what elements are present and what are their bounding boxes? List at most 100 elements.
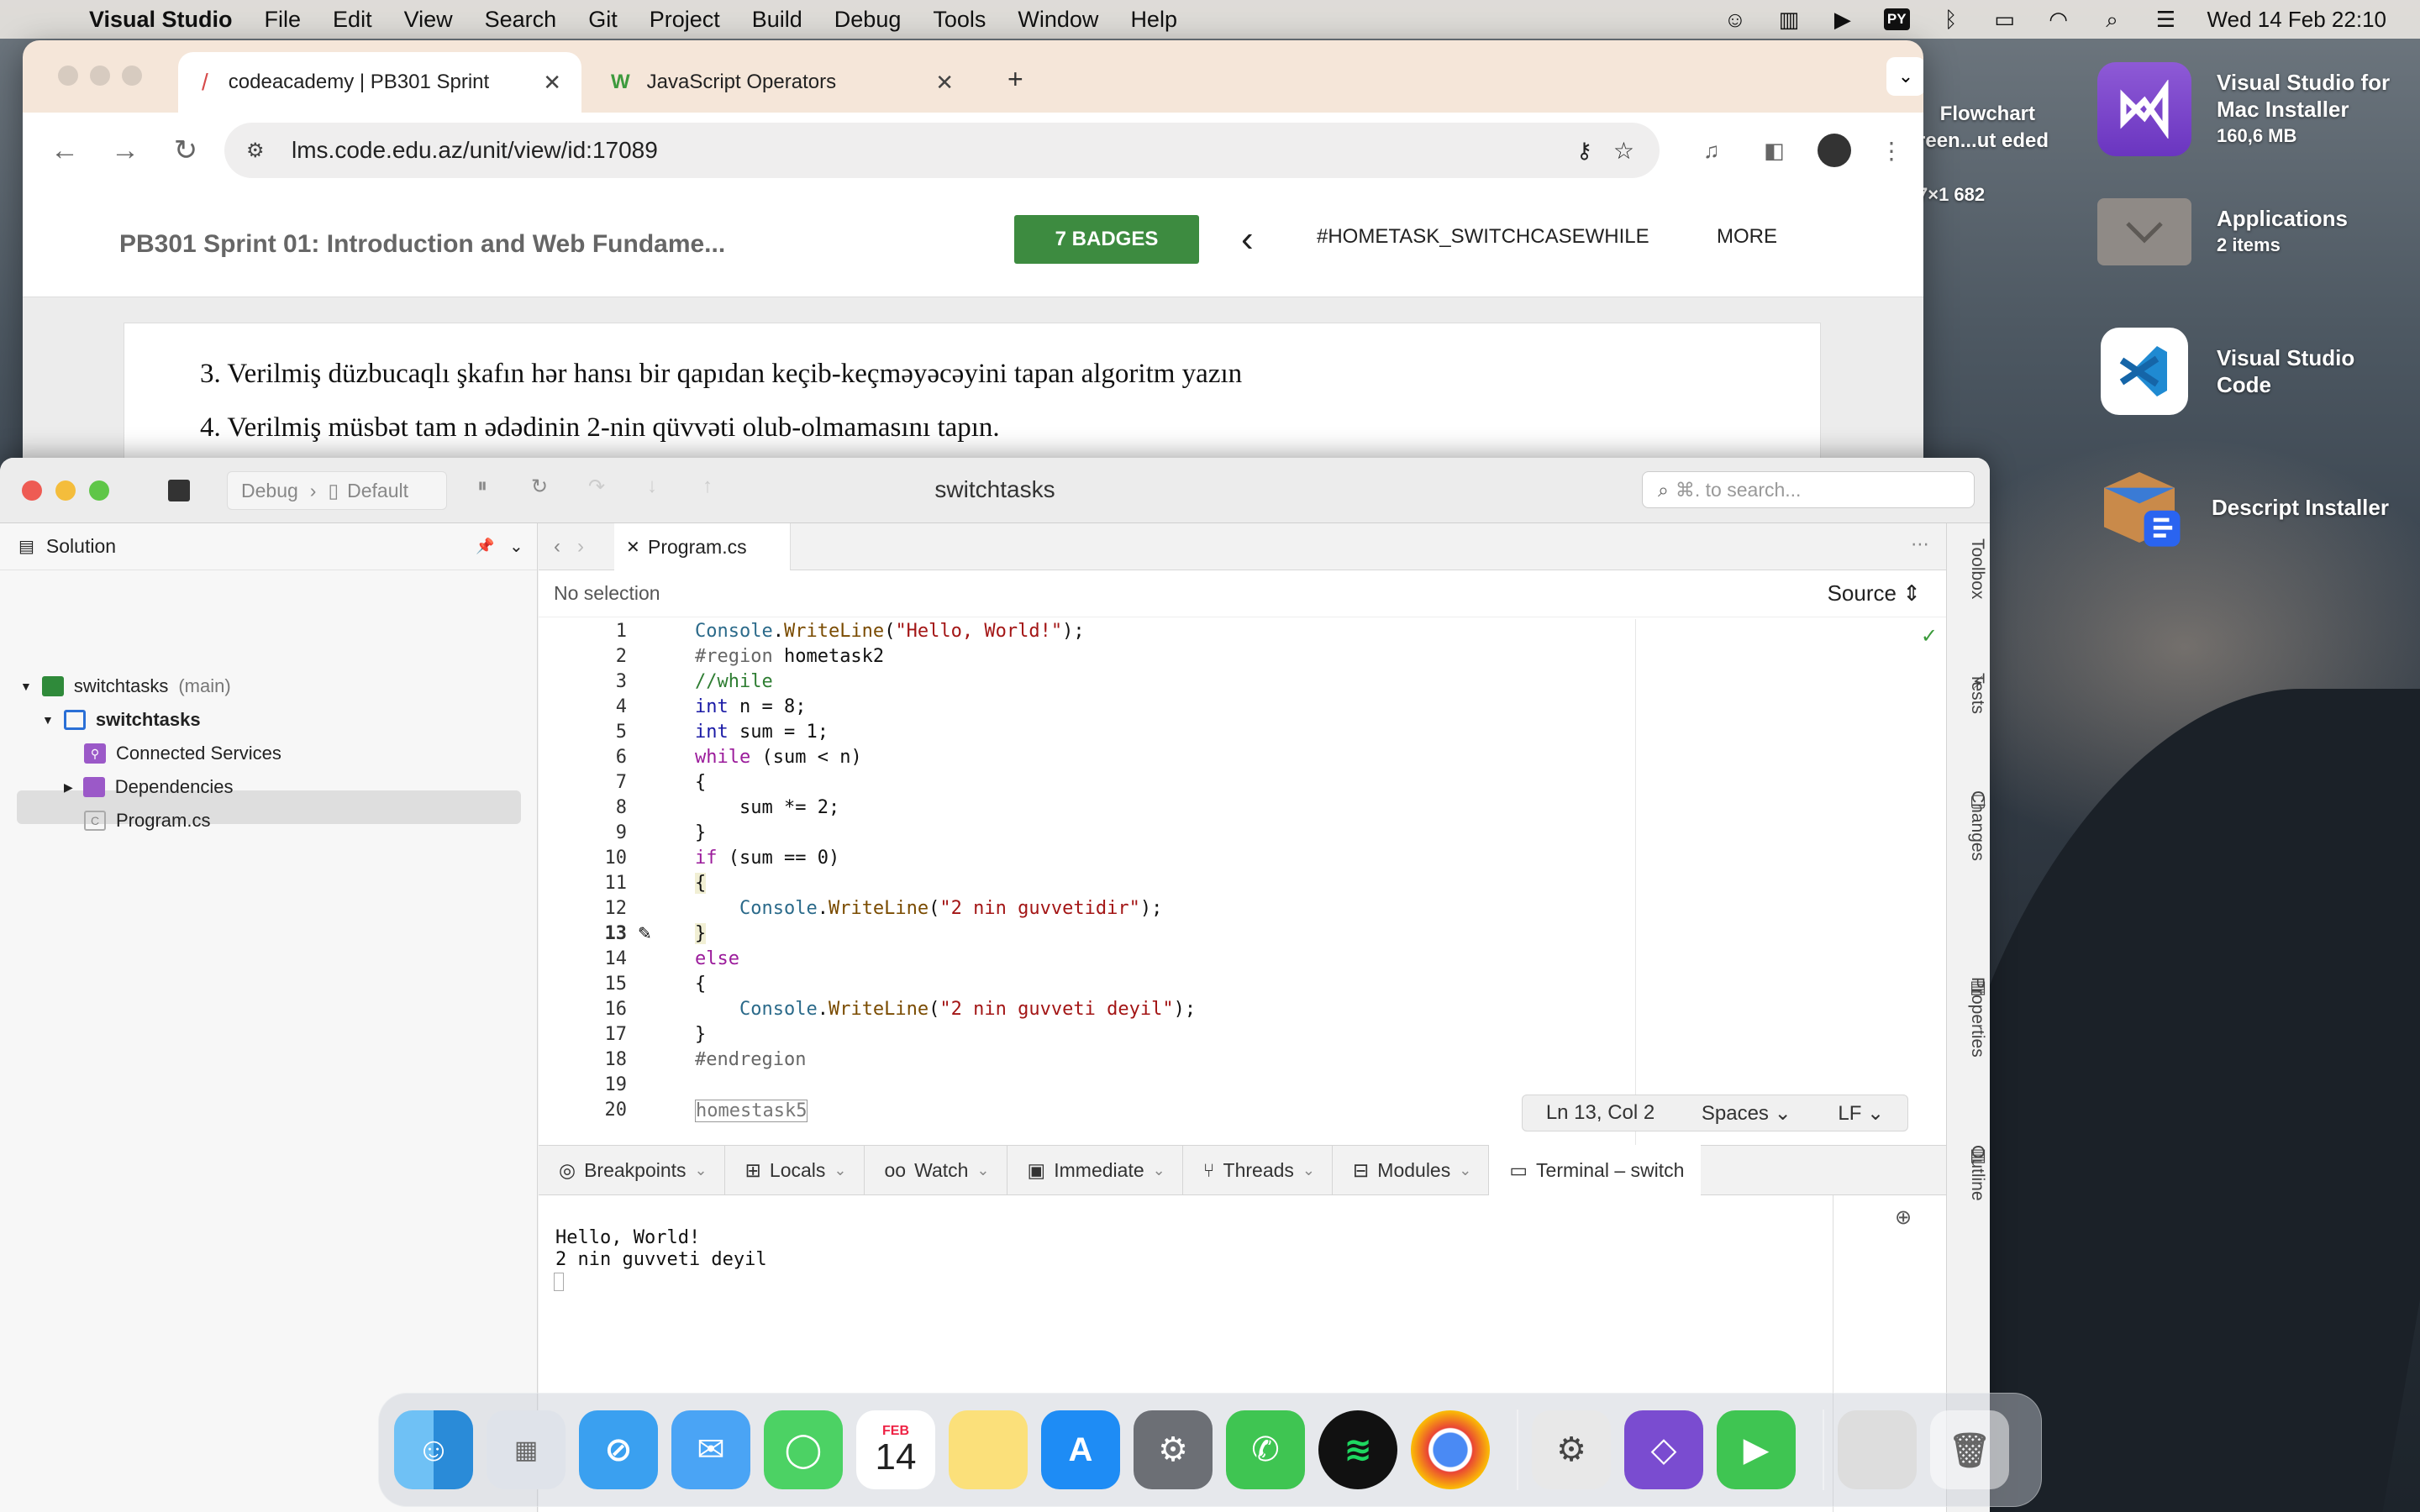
pad-immediate[interactable]: ▣ Immediate ⌄ — [1007, 1145, 1183, 1195]
wifi-icon[interactable]: ◠ — [2046, 8, 2071, 30]
browser-menu-icon[interactable]: ⋮ — [1880, 137, 1903, 165]
tab-search-chevron-icon[interactable]: ⌄ — [1886, 57, 1923, 96]
line-ending-selector[interactable]: LF ⌄ — [1838, 1101, 1884, 1126]
whatsapp-icon[interactable]: ✆ — [1226, 1410, 1305, 1489]
profile-avatar[interactable] — [1818, 134, 1851, 167]
trash-icon[interactable]: 🗑 — [1930, 1410, 2009, 1489]
pad-watch[interactable]: oo Watch ⌄ — [865, 1145, 1007, 1195]
breadcrumb-text[interactable]: No selection — [554, 582, 660, 605]
chevron-down-icon[interactable]: ⌄ — [509, 536, 523, 557]
menu-help[interactable]: Help — [1130, 7, 1177, 33]
code-line-collapsed-region[interactable]: homestask5 — [695, 1100, 808, 1122]
chrome-icon[interactable] — [1411, 1410, 1490, 1489]
password-key-icon[interactable]: ⚷ — [1576, 138, 1592, 164]
forward-icon[interactable]: → — [107, 134, 144, 167]
tree-program-cs[interactable]: C Program.cs — [84, 804, 210, 837]
recent-window-thumbnail[interactable] — [1838, 1410, 1917, 1489]
vs-search-input[interactable]: ⌕ ⌘. to search... — [1642, 471, 1975, 508]
unit-nav-dropdown[interactable]: #HOMETASK_SWITCHCASEWHILE — [1317, 225, 1649, 249]
battery-icon[interactable]: ▭ — [1992, 8, 2018, 30]
menu-debug[interactable]: Debug — [834, 7, 902, 33]
pad-locals[interactable]: ⊞ Locals ⌄ — [725, 1145, 865, 1195]
spotlight-icon[interactable]: ⌕ — [2100, 8, 2125, 30]
tree-solution-root[interactable]: ▼ switchtasks (main) — [20, 669, 231, 703]
address-bar[interactable]: ⚙ lms.code.edu.az/unit/view/id:17089 ⚷ ☆ — [224, 123, 1660, 178]
nav-back-icon[interactable]: ‹ — [554, 535, 560, 559]
menu-git[interactable]: Git — [588, 7, 618, 33]
pad-threads[interactable]: ⑂ Threads ⌄ — [1183, 1145, 1333, 1195]
menu-file[interactable]: File — [265, 7, 302, 33]
notes-icon[interactable] — [949, 1410, 1028, 1489]
menu-edit[interactable]: Edit — [333, 7, 372, 33]
browser-tab-codeacademy[interactable]: / codeacademy | PB301 Sprint ✕ — [178, 52, 581, 113]
calendar-icon[interactable]: FEB 14 — [856, 1410, 935, 1489]
badges-button[interactable]: 7 BADGES — [1014, 215, 1199, 264]
tree-project[interactable]: ▼ switchtasks — [42, 703, 201, 737]
menu-view[interactable]: View — [404, 7, 453, 33]
pin-icon[interactable]: 📌 — [476, 538, 494, 555]
back-icon[interactable]: ← — [46, 134, 83, 167]
minimize-window-button[interactable] — [90, 66, 110, 86]
side-panel-icon[interactable]: ◧ — [1764, 138, 1785, 164]
code-area[interactable]: 1 2 3 4 5 6 7 8 9 10 11 12 13 14 15 16 1… — [539, 619, 1946, 1140]
play-icon[interactable]: ▶ — [1830, 8, 1855, 30]
disclosure-closed-icon[interactable]: ▶ — [64, 780, 73, 795]
desktop-file-flowchart[interactable]: Flowchart reen...ut eded 7×1 682 — [1918, 74, 2049, 262]
spotify-icon[interactable]: ≋ — [1318, 1410, 1397, 1489]
desktop-icon-applications[interactable]: Applications 2 items — [2097, 198, 2348, 265]
cursor-position[interactable]: Ln 13, Col 2 — [1546, 1101, 1655, 1125]
more-options-icon[interactable]: ⋯ — [1911, 533, 1929, 555]
facetime-icon[interactable]: ▶ — [1717, 1410, 1796, 1489]
zoom-window-button[interactable] — [122, 66, 142, 86]
mail-icon[interactable]: ✉ — [671, 1410, 750, 1489]
close-tab-icon[interactable]: ✕ — [626, 537, 640, 558]
menu-search[interactable]: Search — [485, 7, 557, 33]
new-tab-icon[interactable]: + — [1007, 64, 1023, 95]
pad-terminal[interactable]: ▭ Terminal – switch — [1489, 1145, 1702, 1195]
more-menu[interactable]: MORE — [1717, 225, 1777, 249]
accessibility-icon[interactable]: ☺ — [1723, 8, 1748, 30]
menu-build[interactable]: Build — [752, 7, 802, 33]
python-badge-icon[interactable]: PY — [1883, 8, 1910, 30]
visual-studio-icon[interactable]: ◇ — [1624, 1410, 1703, 1489]
bluetooth-icon[interactable]: ᛒ — [1939, 8, 1964, 30]
safari-icon[interactable]: ⊘ — [579, 1410, 658, 1489]
app-store-icon[interactable]: A — [1041, 1410, 1120, 1489]
site-info-icon[interactable]: ⚙ — [246, 139, 265, 163]
editor-tab-program-cs[interactable]: ✕ Program.cs — [614, 523, 791, 570]
desktop-icon-descript[interactable]: Descript Installer — [2092, 460, 2389, 554]
indentation-selector[interactable]: Spaces ⌄ — [1702, 1101, 1791, 1126]
tree-connected-services[interactable]: ⚲ Connected Services — [84, 737, 281, 770]
menu-window[interactable]: Window — [1018, 7, 1098, 33]
close-window-button[interactable] — [58, 66, 78, 86]
system-info-icon[interactable]: ⚙ — [1532, 1410, 1611, 1489]
menu-tools[interactable]: Tools — [933, 7, 986, 33]
previous-unit-icon[interactable]: ‹ — [1241, 218, 1254, 260]
menubar-clock[interactable]: Wed 14 Feb 22:10 — [2207, 7, 2386, 33]
source-view-selector[interactable]: Source ⇕ — [1828, 580, 1921, 606]
browser-tab-js-operators[interactable]: W JavaScript Operators ✕ — [587, 52, 974, 113]
desktop-icon-vscode[interactable]: Visual Studio Code — [2097, 328, 2385, 415]
tree-dependencies[interactable]: ▶ Dependencies — [64, 770, 233, 804]
control-center-icon[interactable]: ☰ — [2154, 8, 2179, 30]
pad-breakpoints[interactable]: ◎ Breakpoints ⌄ — [539, 1145, 725, 1195]
close-tab-icon[interactable]: ✕ — [935, 70, 954, 96]
disclosure-open-icon[interactable]: ▼ — [20, 680, 32, 693]
bookmark-star-icon[interactable]: ☆ — [1613, 137, 1634, 165]
messages-icon[interactable]: ◯ — [764, 1410, 843, 1489]
menu-project[interactable]: Project — [650, 7, 720, 33]
disclosure-open-icon[interactable]: ▼ — [42, 713, 54, 727]
new-terminal-icon[interactable]: ⊕ — [1895, 1205, 1912, 1230]
pad-modules[interactable]: ⊟ Modules ⌄ — [1333, 1145, 1490, 1195]
system-settings-icon[interactable]: ⚙ — [1134, 1410, 1213, 1489]
desktop-icon-vs-installer[interactable]: Visual Studio for Mac Installer 160,6 MB — [2097, 62, 2418, 156]
memory-icon[interactable]: ▥ — [1776, 8, 1802, 30]
media-controls-icon[interactable]: ♫ — [1703, 138, 1720, 164]
finder-icon[interactable]: ☺ — [394, 1410, 473, 1489]
quick-fix-icon[interactable]: ✎ — [638, 923, 652, 944]
launchpad-icon[interactable]: ▦ — [487, 1410, 566, 1489]
close-tab-icon[interactable]: ✕ — [543, 70, 561, 96]
app-menu[interactable]: Visual Studio — [89, 7, 233, 33]
reload-icon[interactable]: ↻ — [167, 134, 204, 167]
nav-forward-icon[interactable]: › — [577, 535, 584, 559]
